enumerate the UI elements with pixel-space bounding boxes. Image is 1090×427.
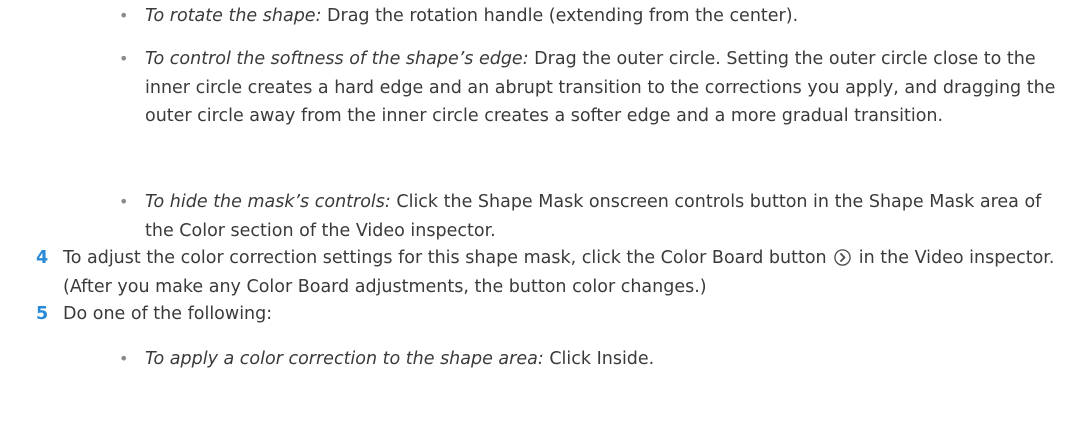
bullet-text: Click Inside. [543, 349, 655, 369]
bullet-edge-softness: • To control the softness of the shape’s… [119, 45, 1075, 131]
bullet-lead: To hide the mask’s controls: [145, 192, 391, 212]
document-page: • To rotate the shape: Drag the rotation… [0, 0, 1090, 427]
step-text: Do one of the following: [63, 304, 273, 324]
bullet-apply-inside: • To apply a color correction to the sha… [119, 345, 1075, 374]
bullet-marker: • [119, 192, 129, 211]
step-4: 4 To adjust the color correction setting… [36, 244, 1081, 301]
step-text: To adjust the color correction settings … [63, 244, 1081, 301]
step-number: 5 [36, 304, 49, 324]
bullet-lead: To apply a color correction to the shape… [145, 349, 544, 369]
chevron-right-circle-icon [834, 247, 851, 266]
bullet-marker: • [119, 6, 129, 25]
bullet-marker: • [119, 49, 129, 68]
bullet-marker: • [119, 349, 129, 368]
step-5: 5 Do one of the following: [36, 300, 1081, 329]
step-number: 4 [36, 248, 49, 268]
bullet-hide-controls: • To hide the mask’s controls: Click the… [119, 188, 1075, 245]
bullet-lead: To rotate the shape: [145, 6, 322, 26]
bullet-lead: To control the softness of the shape’s e… [145, 49, 529, 69]
bullet-text: Drag the rotation handle (extending from… [321, 6, 799, 26]
step-text-before: To adjust the color correction settings … [63, 248, 833, 268]
bullet-rotate-shape: • To rotate the shape: Drag the rotation… [119, 2, 1075, 31]
